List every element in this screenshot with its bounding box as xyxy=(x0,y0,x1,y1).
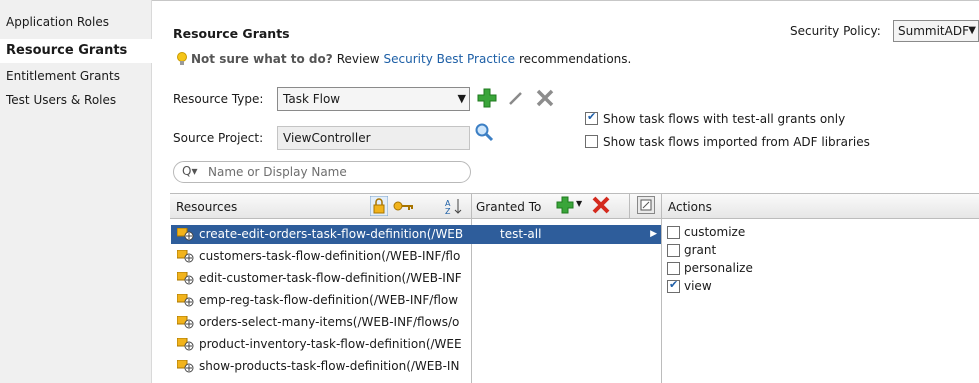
security-policy-value: SummitADF xyxy=(898,24,969,38)
table-row[interactable]: create-edit-orders-task-flow-definition(… xyxy=(171,225,472,244)
security-policy-select[interactable]: SummitADF ▼ xyxy=(893,20,979,42)
action-view-checkbox[interactable] xyxy=(667,278,680,293)
column-divider xyxy=(629,193,630,219)
table-row[interactable]: emp-reg-task-flow-definition(/WEB-INF/fl… xyxy=(171,291,472,310)
table-header xyxy=(170,193,979,219)
resource-name: create-edit-orders-task-flow-definition(… xyxy=(199,227,464,241)
delete-grantee-icon[interactable] xyxy=(592,196,610,217)
resource-type-select[interactable]: Task Flow ▼ xyxy=(277,87,470,111)
task-flow-icon xyxy=(176,227,195,241)
task-flow-icon xyxy=(176,293,195,307)
action-personalize-label: personalize xyxy=(684,261,753,275)
action-grant-checkbox[interactable] xyxy=(667,244,680,257)
action-personalize-checkbox[interactable] xyxy=(667,262,680,275)
show-test-all-checkbox[interactable] xyxy=(585,110,598,125)
actions-column-header: Actions xyxy=(668,200,712,214)
hint-bold: Not sure what to do? xyxy=(191,52,333,66)
chevron-down-icon[interactable]: ▼ xyxy=(576,199,582,208)
table-row[interactable]: edit-customer-task-flow-definition(/WEB-… xyxy=(171,269,472,288)
svg-text:Z: Z xyxy=(445,207,451,215)
sort-az-icon[interactable]: AZ xyxy=(445,197,463,218)
add-icon[interactable] xyxy=(476,87,498,112)
show-imported-label: Show task flows imported from ADF librar… xyxy=(603,135,870,149)
search-input[interactable]: Q▾ Name or Display Name xyxy=(173,161,471,183)
sidebar-item-entitlement-grants[interactable]: Entitlement Grants xyxy=(6,65,120,87)
show-imported-toggle[interactable]: Show task flows imported from ADF librar… xyxy=(585,135,965,151)
sidebar-item-application-roles[interactable]: Application Roles xyxy=(6,11,109,33)
action-customize-checkbox[interactable] xyxy=(667,226,680,239)
task-flow-icon xyxy=(176,249,195,263)
edit-pencil-icon[interactable] xyxy=(507,89,525,110)
resource-name: show-products-task-flow-definition(/WEB-… xyxy=(199,359,460,373)
task-flow-icon xyxy=(176,359,195,373)
lock-icon[interactable] xyxy=(369,195,389,219)
show-test-all-toggle[interactable]: Show task flows with test-all grants onl… xyxy=(585,110,965,128)
key-icon[interactable] xyxy=(393,200,415,215)
source-project-field: ViewController xyxy=(277,126,470,150)
security-best-practice-link[interactable]: Security Best Practice xyxy=(384,52,515,66)
search-icon[interactable] xyxy=(474,122,494,145)
task-flow-icon xyxy=(176,271,195,285)
table-row[interactable]: product-inventory-task-flow-definition(/… xyxy=(171,335,472,354)
resource-name: product-inventory-task-flow-definition(/… xyxy=(199,337,462,351)
show-test-all-label: Show task flows with test-all grants onl… xyxy=(603,112,846,126)
chevron-right-icon: ▶ xyxy=(650,229,657,239)
action-customize-label: customize xyxy=(684,225,746,239)
search-placeholder: Name or Display Name xyxy=(208,165,347,179)
table-row[interactable]: show-products-task-flow-definition(/WEB-… xyxy=(171,357,472,376)
page-title: Resource Grants xyxy=(173,26,290,41)
chevron-down-icon: ▼ xyxy=(968,25,976,36)
top-divider xyxy=(152,0,979,1)
sidebar-item-resource-grants[interactable]: Resource Grants xyxy=(6,40,127,62)
source-project-label: Source Project: xyxy=(173,131,264,145)
hint-post: recommendations. xyxy=(518,52,632,66)
action-grant-label: grant xyxy=(684,243,717,257)
table-row[interactable]: customers-task-flow-definition(/WEB-INF/… xyxy=(171,247,472,266)
column-divider xyxy=(471,193,472,383)
resource-name: emp-reg-task-flow-definition(/WEB-INF/fl… xyxy=(199,293,459,307)
granted-to-label: test-all xyxy=(500,227,542,241)
resource-name: customers-task-flow-definition(/WEB-INF/… xyxy=(199,249,461,263)
table-row[interactable]: orders-select-many-items(/WEB-INF/flows/… xyxy=(171,313,472,332)
chevron-down-icon: ▼ xyxy=(457,92,466,105)
task-flow-icon xyxy=(176,337,195,351)
delete-icon[interactable] xyxy=(535,88,555,111)
granted-to-row[interactable]: test-all ▶ xyxy=(472,225,661,244)
resource-type-label: Resource Type: xyxy=(173,92,264,106)
column-divider xyxy=(661,193,662,383)
show-imported-checkbox[interactable] xyxy=(585,135,598,148)
search-icon: Q▾ xyxy=(182,164,198,178)
detach-panel-icon[interactable] xyxy=(637,196,655,217)
hint-pre: Review xyxy=(336,52,380,66)
sidebar-item-test-users-roles[interactable]: Test Users & Roles xyxy=(6,89,116,111)
resources-column-header: Resources xyxy=(176,200,238,214)
lightbulb-icon xyxy=(176,52,188,66)
action-view-label: view xyxy=(684,279,712,293)
resource-name: orders-select-many-items(/WEB-INF/flows/… xyxy=(199,315,460,329)
add-grantee-icon[interactable] xyxy=(556,196,574,217)
task-flow-icon xyxy=(176,315,195,329)
granted-to-column-header: Granted To xyxy=(476,200,542,214)
resource-type-value: Task Flow xyxy=(283,92,341,106)
resource-name: edit-customer-task-flow-definition(/WEB-… xyxy=(199,271,462,285)
hint-line: Not sure what to do? Review Security Bes… xyxy=(176,52,631,66)
security-policy-label: Security Policy: xyxy=(790,24,881,38)
source-project-value: ViewController xyxy=(283,131,371,145)
